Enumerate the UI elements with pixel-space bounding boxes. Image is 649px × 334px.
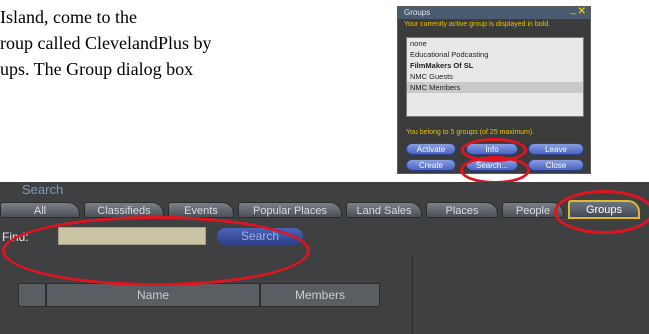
column-header-icon[interactable] [18, 283, 46, 307]
column-header-name[interactable]: Name [46, 283, 260, 307]
groups-dialog-title: Groups [404, 8, 431, 17]
close-icon[interactable]: ✕ [578, 6, 586, 18]
panel-divider [412, 256, 413, 334]
close-button[interactable]: Close [528, 159, 584, 171]
search-window-title: Search [22, 182, 64, 197]
tab-all[interactable]: All [0, 202, 80, 218]
minimize-icon[interactable]: _ [570, 4, 576, 16]
create-button[interactable]: Create [406, 159, 456, 171]
groups-count-text: You belong to 5 groups (of 25 maximum). [406, 129, 535, 136]
group-item-nmc-members[interactable]: NMC Members [407, 82, 583, 93]
tab-land-sales[interactable]: Land Sales [346, 202, 422, 218]
results-table-header: Name Members [18, 283, 382, 307]
group-item-nmc-guests[interactable]: NMC Guests [407, 71, 583, 82]
leave-button[interactable]: Leave [528, 143, 584, 155]
tab-places[interactable]: Places [426, 202, 498, 218]
group-item-filmmakers[interactable]: FilmMakers Of SL [407, 60, 583, 71]
groups-list: none Educational Podcasting FilmMakers O… [406, 37, 584, 117]
groups-dialog-hint: Your currently active group is displayed… [404, 21, 551, 28]
doc-line-2: roup called ClevelandPlus by [0, 33, 212, 53]
search-tabs: All Classifieds Events Popular Places La… [0, 200, 649, 219]
highlight-ring-groups-tab [554, 190, 649, 234]
column-header-members[interactable]: Members [260, 283, 380, 307]
highlight-ring-search [460, 156, 530, 184]
activate-button[interactable]: Activate [406, 143, 456, 155]
groups-dialog-titlebar: Groups _ ✕ [398, 4, 590, 19]
doc-line-3: ups. The Group dialog box [0, 59, 194, 79]
doc-line-1: Island, come to the [0, 7, 137, 27]
group-item-educational-podcasting[interactable]: Educational Podcasting [407, 49, 583, 60]
tab-popular-places[interactable]: Popular Places [238, 202, 342, 218]
group-item-none[interactable]: none [407, 38, 583, 49]
highlight-ring-find-search [2, 216, 310, 286]
